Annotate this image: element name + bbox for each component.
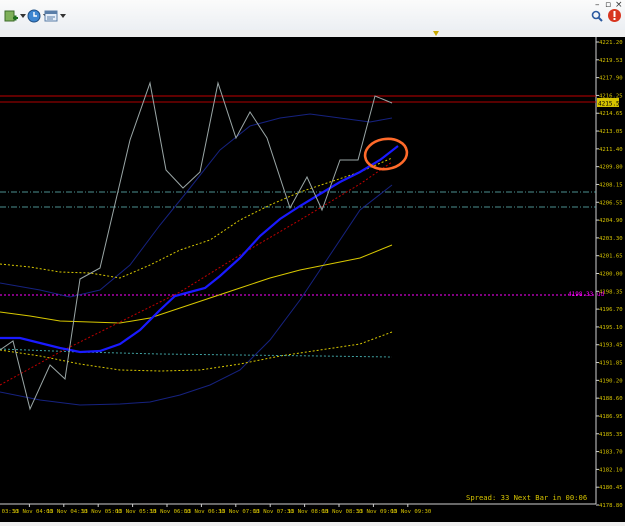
- template-button[interactable]: [44, 8, 66, 24]
- price-axis-label: 4204.90: [599, 218, 623, 224]
- add-indicator-icon: [4, 10, 18, 22]
- price-axis-label: 4211.40: [599, 147, 623, 153]
- moving-average-yellow: [0, 244, 393, 324]
- price-axis-label: 4217.90: [599, 76, 623, 82]
- price-axis-label: 4180.45: [599, 485, 623, 491]
- clock-icon: [27, 9, 41, 23]
- price-axis-label: 4195.10: [599, 325, 623, 331]
- price-chart[interactable]: 4221.20 4219.53 4217.90 4216.25 4214.65 4213.…: [0, 37, 625, 522]
- current-price-label: 4215.58: [598, 101, 624, 108]
- price-axis-label: 4201.65: [599, 254, 623, 260]
- price-axis-label: 4186.95: [599, 414, 623, 420]
- price-axis-label: 4203.30: [599, 236, 623, 242]
- price-axis-label: 4191.85: [599, 361, 623, 367]
- price-axis-label: 4221.20: [599, 40, 623, 46]
- price-axis-label: 4188.60: [599, 396, 623, 402]
- price-axis-label: 4190.20: [599, 378, 623, 384]
- price-axis-label: 4208.15: [599, 182, 623, 188]
- price-axis-label: 4219.53: [599, 58, 623, 64]
- envelope-lower: [0, 331, 393, 372]
- time-axis: 13 Nov 03:3013 Nov 04:0013 Nov 04:3013 N…: [0, 504, 431, 515]
- price-axis-label: 4206.55: [599, 200, 623, 206]
- search-icon[interactable]: [591, 10, 603, 22]
- price-axis-label: 4182.10: [599, 467, 623, 473]
- add-indicator-button[interactable]: [4, 8, 26, 24]
- spread-status: Spread: 33 Next Bar in 00:06: [466, 493, 587, 502]
- price-axis: 4221.204219.534217.904216.254214.654213.…: [596, 40, 623, 509]
- notification-icon[interactable]: [607, 8, 622, 23]
- price-axis-label: 4185.35: [599, 432, 623, 438]
- minimize-button[interactable]: –: [595, 0, 600, 10]
- price-axis-label: 4178.80: [599, 503, 623, 509]
- price-line: [0, 81, 393, 411]
- price-axis-label: 4193.45: [599, 343, 623, 349]
- time-axis-label: 13 Nov 09:30: [391, 509, 431, 515]
- chevron-down-icon: [60, 14, 66, 18]
- template-icon: [44, 10, 58, 22]
- trend-line-red: [0, 161, 393, 386]
- price-axis-label: 4196.70: [599, 307, 623, 313]
- chevron-down-icon: [20, 14, 26, 18]
- chart-canvas[interactable]: 4221.204219.534217.904216.254214.654213.…: [0, 37, 625, 522]
- magenta-line-label: 4198.33 ud: [568, 291, 605, 298]
- price-axis-label: 4183.70: [599, 450, 623, 456]
- price-axis-label: 4213.05: [599, 129, 623, 135]
- chart-shift-marker-icon[interactable]: [433, 31, 439, 36]
- teal-signal-line: [0, 348, 393, 358]
- toolbar: – ▫ ×: [0, 0, 625, 31]
- band-upper: [0, 113, 393, 298]
- price-axis-label: 4209.80: [599, 165, 623, 171]
- price-axis-label: 4214.65: [599, 111, 623, 117]
- price-axis-label: 4200.00: [599, 272, 623, 278]
